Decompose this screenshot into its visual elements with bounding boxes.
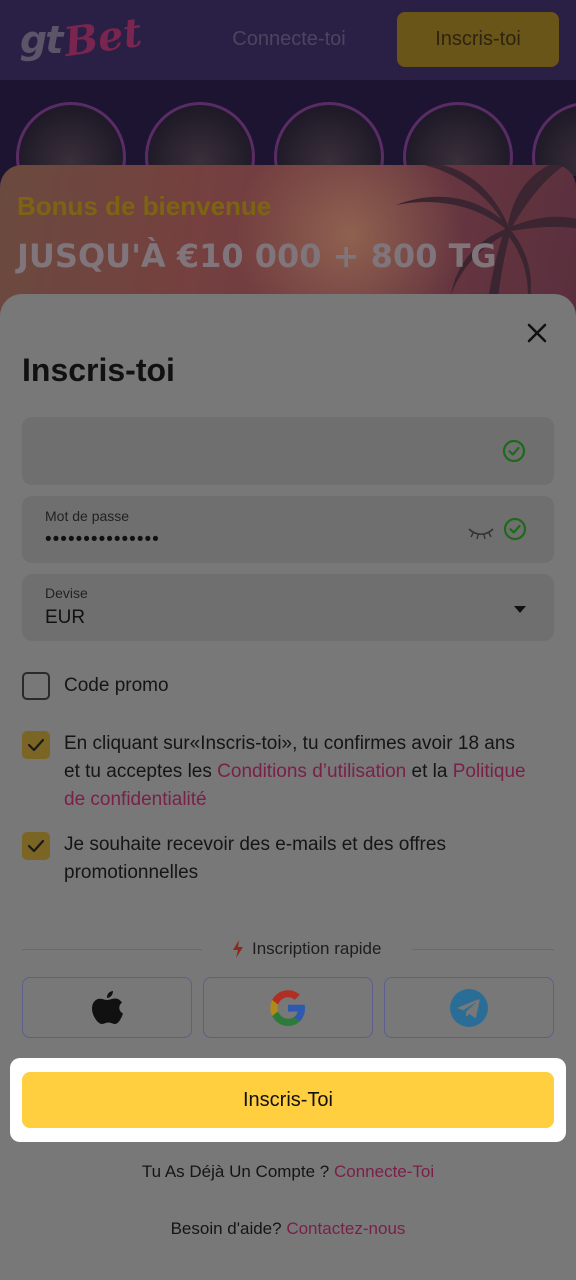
valid-check-icon [502, 439, 526, 463]
password-value: ••••••••••••••• [45, 529, 160, 550]
quick-signup-label: Inscription rapide [232, 939, 381, 959]
email-field[interactable] [22, 417, 554, 485]
close-icon[interactable] [522, 318, 552, 348]
have-account-row: Tu As Déjà Un Compte ? Connecte-Toi [0, 1162, 576, 1182]
eye-closed-icon[interactable] [466, 524, 496, 540]
terms-text: En cliquant sur«Inscris-toi», tu confirm… [64, 730, 534, 814]
stories-row [0, 96, 576, 176]
logo-text-gt: gt [20, 18, 63, 62]
valid-check-icon [503, 517, 527, 541]
checkmark-icon [27, 738, 45, 752]
lightning-icon [233, 940, 243, 958]
divider-line [412, 949, 554, 950]
marketing-checkbox[interactable] [22, 832, 50, 860]
top-bar: gt Bet Connecte-toi Inscris-toi [0, 0, 576, 80]
apple-signup-button[interactable] [22, 977, 192, 1038]
quick-signup-text: Inscription rapide [252, 939, 382, 958]
password-field[interactable]: Mot de passe ••••••••••••••• [22, 496, 554, 563]
help-row: Besoin d'aide? Contactez-nous [0, 1219, 576, 1239]
banner-title: Bonus de bienvenue [17, 191, 272, 221]
logo[interactable]: gt Bet [20, 9, 145, 66]
marketing-text: Je souhaite recevoir des e-mails et des … [64, 834, 446, 883]
checkmark-icon [27, 839, 45, 853]
quick-signup-divider: Inscription rapide [22, 936, 554, 962]
google-icon [270, 989, 305, 1026]
login-link[interactable]: Connecte-Toi [334, 1162, 434, 1181]
terms-text-2: et la [406, 761, 453, 782]
page-title: Inscris-toi [22, 352, 175, 388]
currency-label: Devise [45, 585, 88, 601]
chevron-down-icon [514, 606, 526, 613]
top-signup-button[interactable]: Inscris-toi [397, 12, 559, 67]
telegram-icon [450, 988, 488, 1027]
terms-checkbox[interactable] [22, 731, 50, 759]
have-account-text: Tu As Déjà Un Compte ? [141, 1162, 334, 1181]
google-signup-button[interactable] [203, 977, 373, 1038]
signup-submit-button[interactable]: Inscris-Toi [22, 1072, 554, 1128]
banner-amount: JUSQU'À €10 000 + 800 TG [17, 237, 497, 275]
currency-select[interactable]: Devise EUR [22, 574, 554, 641]
divider-line [22, 949, 202, 950]
promo-code-label: Code promo [64, 675, 169, 696]
top-login-button[interactable]: Connecte-toi [205, 12, 373, 67]
terms-of-use-link[interactable]: Conditions d’utilisation [217, 761, 406, 782]
currency-value: EUR [45, 607, 86, 628]
welcome-bonus-banner: Bonus de bienvenue JUSQU'À €10 000 + 800… [0, 165, 576, 315]
contact-link[interactable]: Contactez-nous [286, 1219, 405, 1238]
help-text: Besoin d'aide? [170, 1219, 287, 1238]
promo-code-checkbox[interactable] [22, 672, 50, 700]
apple-icon [92, 990, 123, 1024]
logo-text-bet: Bet [61, 8, 145, 67]
password-label: Mot de passe [45, 508, 130, 524]
telegram-signup-button[interactable] [384, 977, 554, 1038]
